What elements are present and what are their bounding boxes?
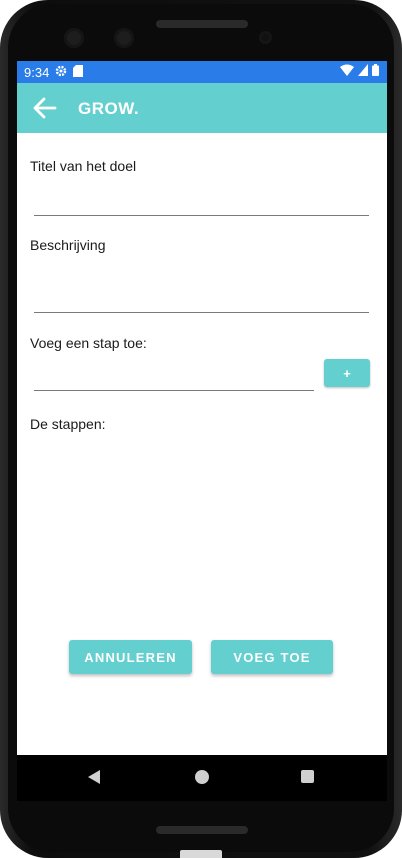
bottom-speaker [156,826,248,834]
sd-card-icon [73,64,84,80]
description-label: Beschrijving [30,237,106,253]
battery-icon [372,64,379,79]
goal-title-label: Titel van het doel [30,158,137,174]
front-sensor-left [64,28,84,48]
phone-bottom-edge [180,850,222,858]
add-step-label: Voeg een stap toe: [30,335,147,351]
goal-title-underline [34,215,369,216]
app-title: GROW. [78,99,140,118]
status-time: 9:34 [24,64,50,80]
back-triangle-icon[interactable] [88,770,100,784]
status-bar: 9:34 [17,61,387,83]
system-nav-bar [17,755,387,801]
description-underline [34,312,369,313]
gear-icon [55,65,67,80]
top-speaker [156,20,248,28]
cancel-button[interactable]: ANNULEREN [69,640,192,674]
step-input[interactable] [34,361,314,390]
steps-list [30,441,370,621]
description-input[interactable] [34,276,369,312]
add-goal-button[interactable]: VOEG TOE [211,640,333,674]
app-bar: GROW. [17,83,387,133]
app-screen: 9:34 GROW. Titel van het doel Beschrijvi… [17,61,387,755]
recents-square-icon[interactable] [301,770,314,783]
steps-label: De stappen: [30,416,106,432]
front-camera [114,28,134,48]
step-input-underline [34,390,314,391]
goal-title-input[interactable] [34,185,369,215]
proximity-sensor [259,31,272,44]
signal-icon [358,64,368,79]
status-right-icons [340,64,379,79]
home-circle-icon[interactable] [195,770,209,784]
wifi-icon [340,64,354,79]
arrow-left-icon[interactable] [31,96,59,120]
add-step-button[interactable]: + [324,359,370,387]
